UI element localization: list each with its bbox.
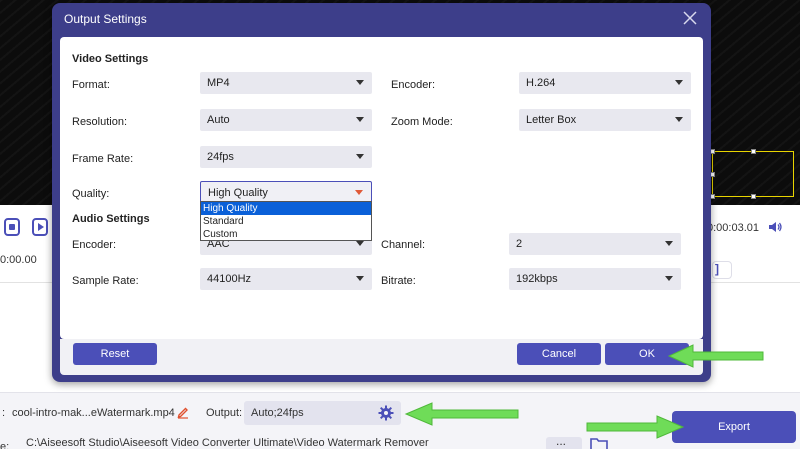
file-label: : [2,407,6,419]
audio-settings-heading: Audio Settings [72,213,150,225]
cancel-button[interactable]: Cancel [517,343,601,365]
chevron-down-icon [356,276,364,281]
start-time: 0:00.00 [0,254,37,266]
channel-label: Channel: [381,239,426,251]
chevron-down-icon [356,80,364,85]
video-settings-heading: Video Settings [72,53,149,65]
quality-options-list: High Quality Standard Custom [200,201,372,241]
channel-dropdown[interactable]: 2 [509,233,681,255]
bitrate-label: Bitrate: [381,275,416,287]
chevron-down-icon [665,276,673,281]
volume-icon[interactable] [768,220,782,234]
quality-option-standard[interactable]: Standard [201,215,371,228]
reset-button[interactable]: Reset [73,343,157,365]
chevron-down-icon [675,117,683,122]
annotation-arrow-icon [667,344,764,368]
save-to-label: e: [0,441,10,449]
edit-icon[interactable] [176,405,190,419]
chevron-down-icon [356,154,364,159]
quality-option-high[interactable]: High Quality [201,202,371,215]
watermark-selection-box[interactable] [710,149,794,199]
quality-label: Quality: [72,188,110,200]
channel-value: 2 [516,238,523,250]
quality-dropdown[interactable]: High Quality [200,181,372,203]
gear-icon[interactable] [378,405,394,421]
chevron-down-icon [675,80,683,85]
zoom-mode-value: Letter Box [526,114,577,126]
resolution-value: Auto [207,114,230,126]
format-label: Format: [72,79,110,91]
format-dropdown[interactable]: MP4 [200,72,372,94]
chevron-down-icon [665,241,673,246]
browse-button[interactable]: ... [546,434,582,449]
video-encoder-dropdown[interactable]: H.264 [519,72,691,94]
bitrate-value: 192kbps [516,273,558,285]
annotation-arrow-icon [586,415,685,439]
quality-option-custom[interactable]: Custom [201,228,371,241]
browse-dots: ... [556,434,567,448]
video-encoder-label: Encoder: [391,79,436,91]
annotation-arrow-icon [404,402,519,426]
sample-rate-label: Sample Rate: [72,275,139,287]
zoom-mode-label: Zoom Mode: [391,116,453,128]
format-value: MP4 [207,77,230,89]
output-settings-dialog: Output Settings Video Settings Format: M… [52,3,711,382]
frame-rate-label: Frame Rate: [72,153,134,165]
resolution-label: Resolution: [72,116,128,128]
video-encoder-value: H.264 [526,77,556,89]
sample-rate-dropdown[interactable]: 44100Hz [200,268,372,290]
save-path-field[interactable]: C:\Aiseesoft Studio\Aiseesoft Video Conv… [26,437,542,449]
zoom-mode-dropdown[interactable]: Letter Box [519,109,691,131]
frame-rate-dropdown[interactable]: 24fps [200,146,372,168]
set-end-button[interactable] [712,261,732,279]
close-icon[interactable] [683,11,697,25]
audio-encoder-label: Encoder: [72,239,117,251]
frame-rate-value: 24fps [207,151,234,163]
current-time: 0:00:03.01 [707,222,759,234]
file-name: cool-intro-mak...eWatermark.mp4 [12,407,175,419]
output-label: Output: [206,407,243,419]
dialog-title: Output Settings [64,12,147,26]
output-format-value: Auto;24fps [251,407,304,419]
resize-handle[interactable] [751,149,756,154]
chevron-down-icon [356,241,364,246]
resize-handle[interactable] [751,194,756,199]
play-button[interactable] [32,218,48,236]
sample-rate-value: 44100Hz [207,273,252,285]
chevron-down-icon [356,117,364,122]
export-button[interactable]: Export [672,411,796,443]
chevron-down-icon [355,190,363,195]
stop-button[interactable] [4,218,20,236]
quality-value: High Quality [208,187,268,199]
resolution-dropdown[interactable]: Auto [200,109,372,131]
dialog-body: Video Settings Format: MP4 Encoder: H.26… [60,37,703,339]
bitrate-dropdown[interactable]: 192kbps [509,268,681,290]
